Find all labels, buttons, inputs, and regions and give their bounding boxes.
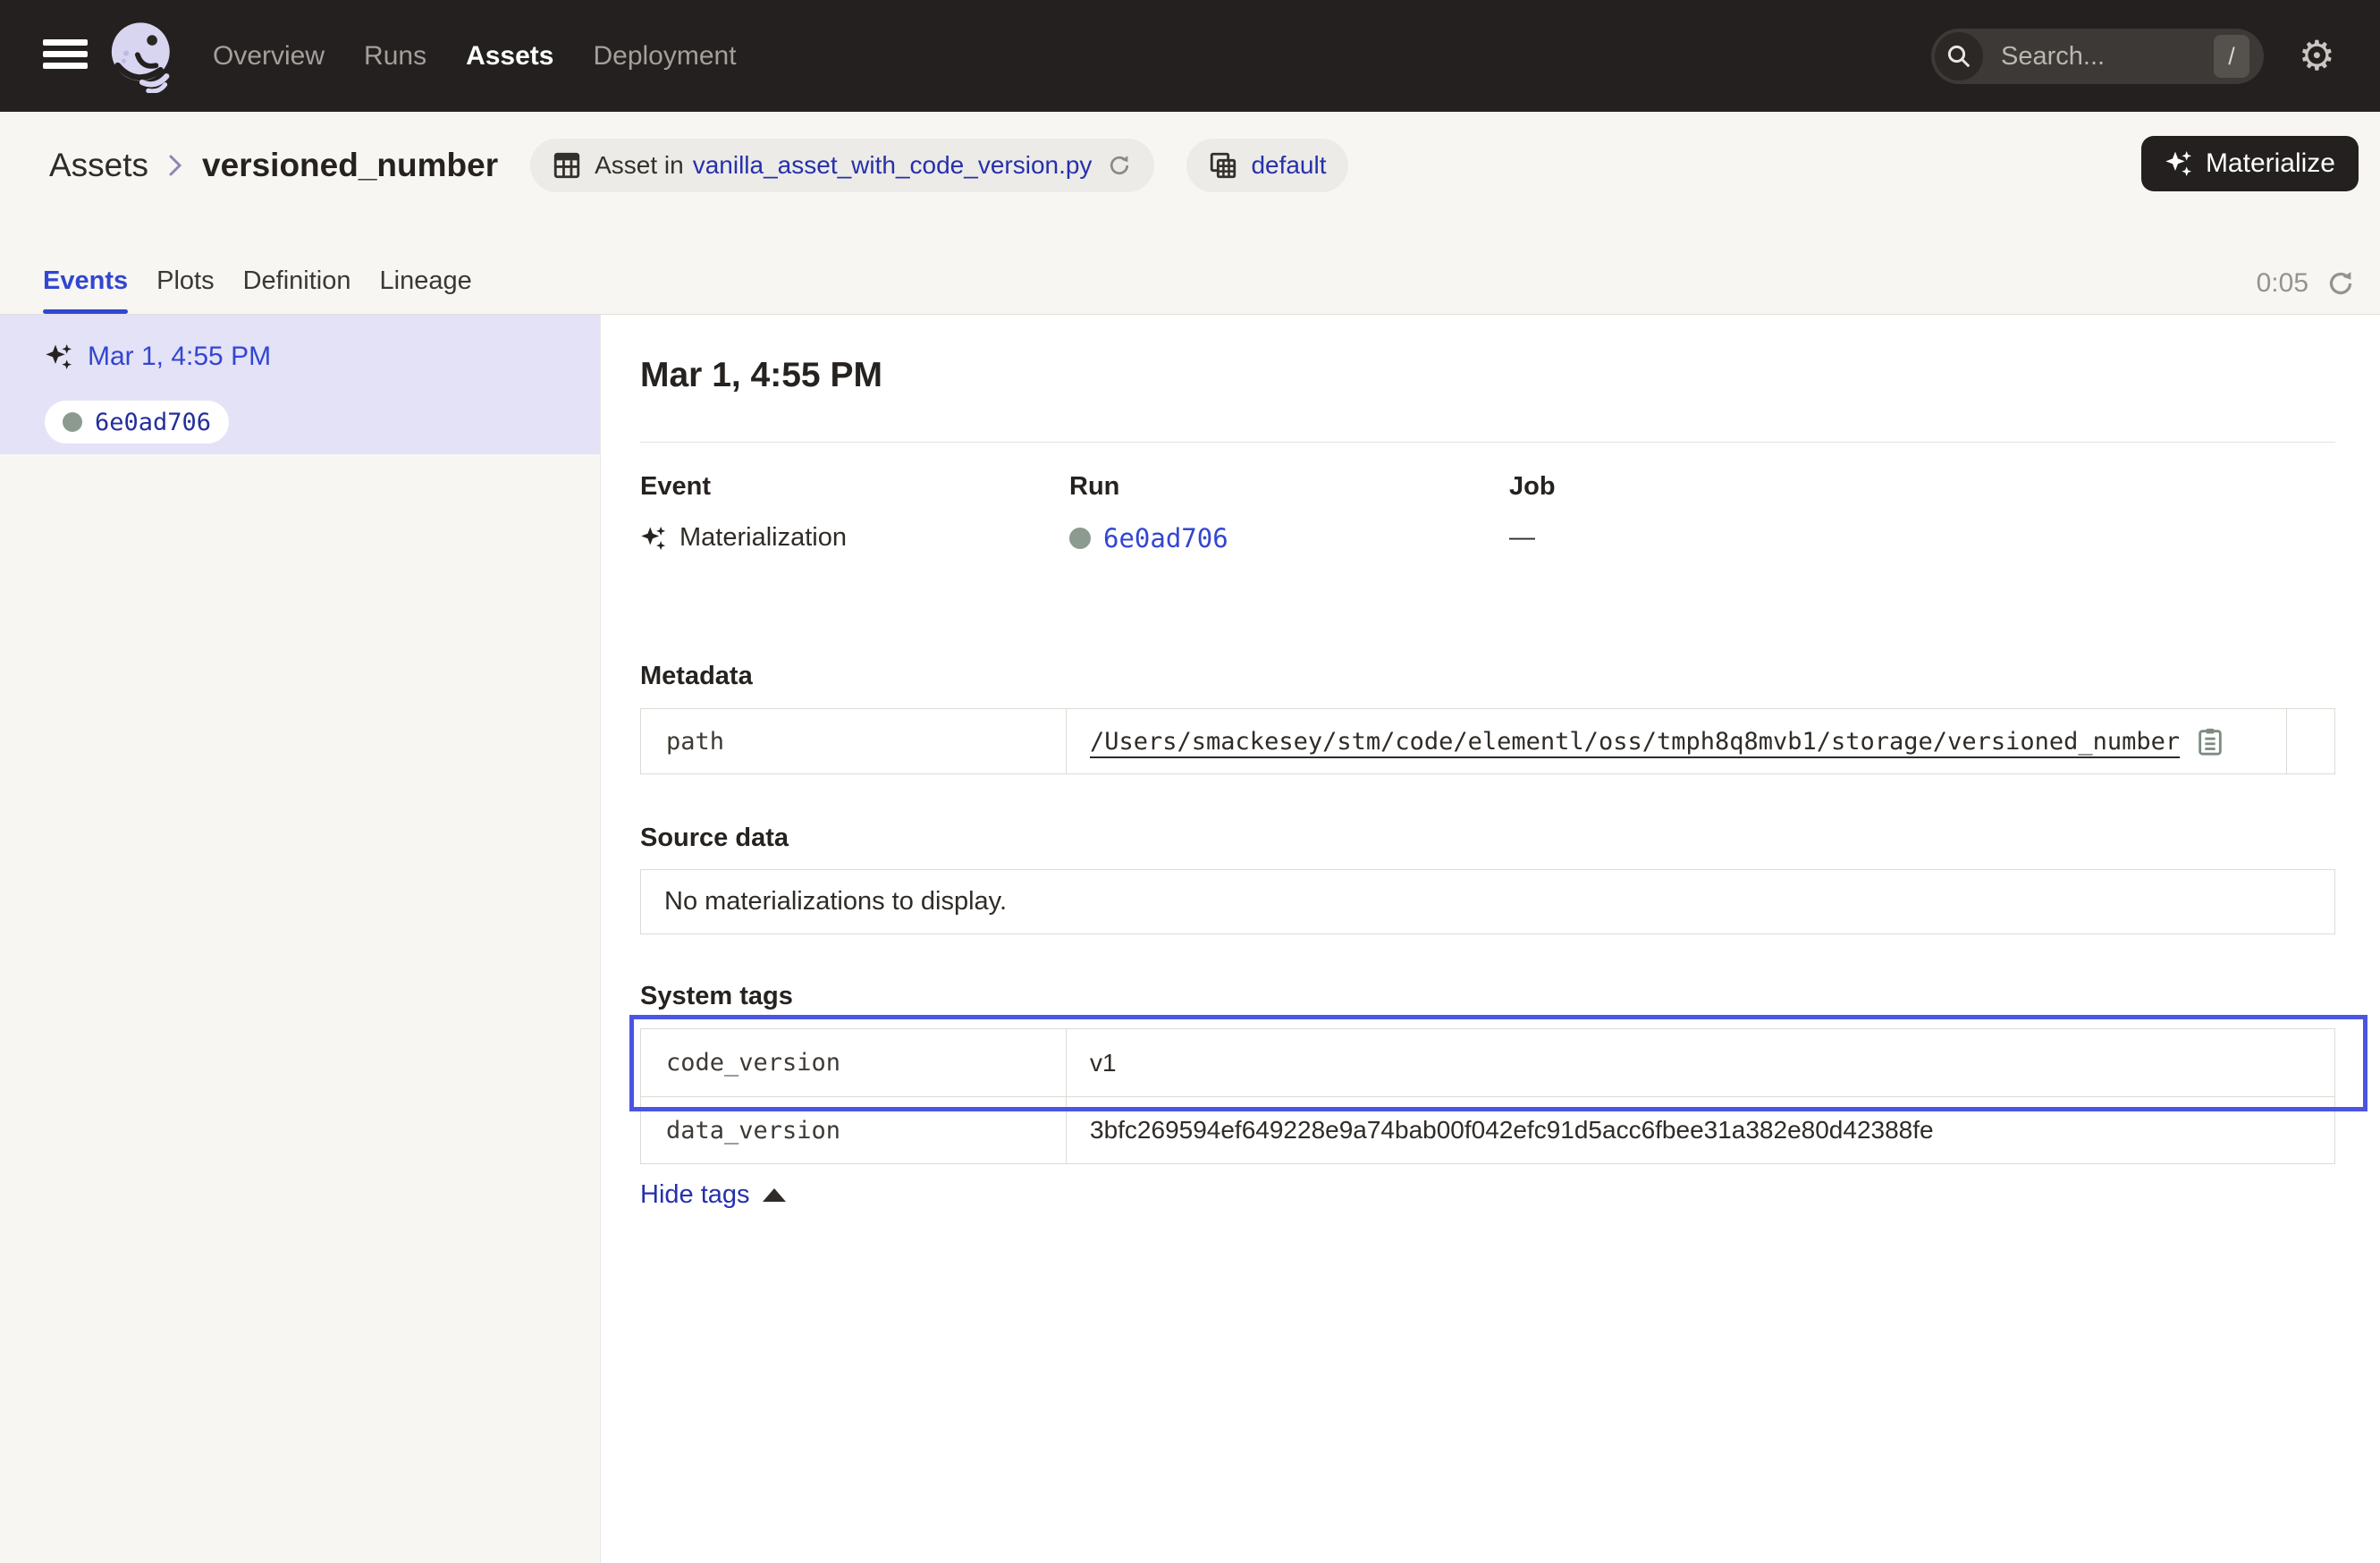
asset-file-link[interactable]: vanilla_asset_with_code_version.py [693, 151, 1093, 180]
event-list-sidebar: Mar 1, 4:55 PM 6e0ad706 [0, 315, 601, 1563]
metadata-key: path [641, 709, 1067, 773]
global-search[interactable]: / [1931, 29, 2264, 84]
source-data-heading: Source data [640, 824, 789, 853]
event-type-value: Materialization [679, 523, 847, 553]
run-id-link[interactable]: 6e0ad706 [1103, 523, 1228, 553]
repository-chip[interactable]: default [1186, 139, 1347, 192]
tag-value: 3bfc269594ef649228e9a74bab00f042efc91d5a… [1090, 1116, 1934, 1145]
nav-deployment[interactable]: Deployment [593, 41, 736, 72]
event-detail-panel: Mar 1, 4:55 PM Event Materialization Run… [601, 315, 2380, 1563]
run-column: Run 6e0ad706 [1069, 472, 1228, 553]
tag-key: data_version [641, 1097, 1067, 1163]
tag-value: v1 [1090, 1049, 1117, 1077]
tag-key: code_version [641, 1029, 1067, 1096]
chevron-up-icon [763, 1188, 786, 1202]
divider [640, 442, 2335, 443]
source-data-empty-box: No materializations to display. [640, 869, 2335, 934]
nav-runs[interactable]: Runs [364, 41, 426, 72]
run-status-dot [1069, 528, 1091, 549]
countdown-value: 0:05 [2257, 268, 2308, 299]
event-column: Event Materialization [640, 472, 847, 553]
metadata-table: path /Users/smackesey/stm/code/elementl/… [640, 708, 2335, 774]
refresh-countdown: 0:05 [2257, 267, 2357, 300]
table-row: path /Users/smackesey/stm/code/elementl/… [641, 709, 2334, 773]
job-value: — [1509, 523, 1535, 553]
table-row-data-version: data_version 3bfc269594ef649228e9a74bab0… [641, 1096, 2334, 1163]
copy-clipboard-icon[interactable] [2196, 726, 2224, 756]
nav-assets[interactable]: Assets [466, 41, 553, 72]
table-row-code-version: code_version v1 [641, 1029, 2334, 1096]
system-tags-table: code_version v1 data_version 3bfc269594e… [640, 1028, 2335, 1164]
search-icon [1935, 32, 1983, 80]
reload-location-icon[interactable] [1106, 152, 1133, 179]
run-id-chip[interactable]: 6e0ad706 [45, 401, 229, 444]
tab-lineage[interactable]: Lineage [380, 266, 472, 314]
source-data-empty-message: No materializations to display. [664, 887, 1007, 917]
search-shortcut-key: / [2214, 35, 2249, 78]
tab-plots[interactable]: Plots [156, 266, 214, 314]
event-column-label: Event [640, 472, 847, 502]
table-spacer-cell [2286, 709, 2334, 773]
run-column-label: Run [1069, 472, 1228, 502]
hide-tags-label: Hide tags [640, 1180, 750, 1210]
asset-chip-prefix: Asset in [595, 151, 684, 180]
materialization-sparkle-icon [640, 525, 667, 552]
path-value-link[interactable]: /Users/smackesey/stm/code/elementl/oss/t… [1090, 728, 2180, 756]
asset-tabs: Events Plots Definition Lineage [43, 266, 472, 314]
repo-name: default [1251, 151, 1326, 180]
repo-grid-icon [1208, 150, 1238, 181]
system-tags-heading: System tags [640, 982, 793, 1011]
menu-icon[interactable] [43, 34, 88, 77]
settings-gear-icon[interactable]: ⚙ [2299, 29, 2335, 82]
event-timestamp-link[interactable]: Mar 1, 4:55 PM [88, 342, 271, 372]
event-list-item-selected[interactable]: Mar 1, 4:55 PM 6e0ad706 [0, 315, 600, 454]
search-input[interactable] [1999, 41, 2155, 72]
materialize-button-label: Materialize [2206, 148, 2335, 179]
breadcrumb: Assets versioned_number Asset in vanilla… [49, 139, 1348, 192]
materialization-sparkle-icon [45, 342, 73, 371]
event-detail-title: Mar 1, 4:55 PM [640, 356, 882, 395]
primary-nav: Overview Runs Assets Deployment [213, 0, 737, 112]
refresh-icon[interactable] [2325, 267, 2357, 300]
hide-tags-link[interactable]: Hide tags [640, 1180, 786, 1210]
dagster-logo-icon[interactable] [105, 20, 179, 93]
top-navbar: Overview Runs Assets Deployment / ⚙ [0, 0, 2380, 112]
materialize-button[interactable]: Materialize [2141, 136, 2359, 191]
run-status-dot [63, 412, 82, 432]
job-column-label: Job [1509, 472, 1556, 502]
breadcrumb-assets-link[interactable]: Assets [49, 147, 148, 184]
asset-name-title: versioned_number [202, 147, 498, 184]
asset-header: Assets versioned_number Asset in vanilla… [0, 112, 2380, 315]
job-column: Job — [1509, 472, 1556, 553]
tab-definition[interactable]: Definition [243, 266, 351, 314]
run-id-text: 6e0ad706 [95, 409, 211, 436]
tab-events[interactable]: Events [43, 266, 128, 314]
nav-overview[interactable]: Overview [213, 41, 325, 72]
asset-definition-chip[interactable]: Asset in vanilla_asset_with_code_version… [530, 139, 1154, 192]
metadata-heading: Metadata [640, 662, 753, 691]
sparkle-icon [2165, 149, 2193, 178]
chevron-right-icon [168, 153, 182, 178]
table-icon [552, 150, 582, 181]
